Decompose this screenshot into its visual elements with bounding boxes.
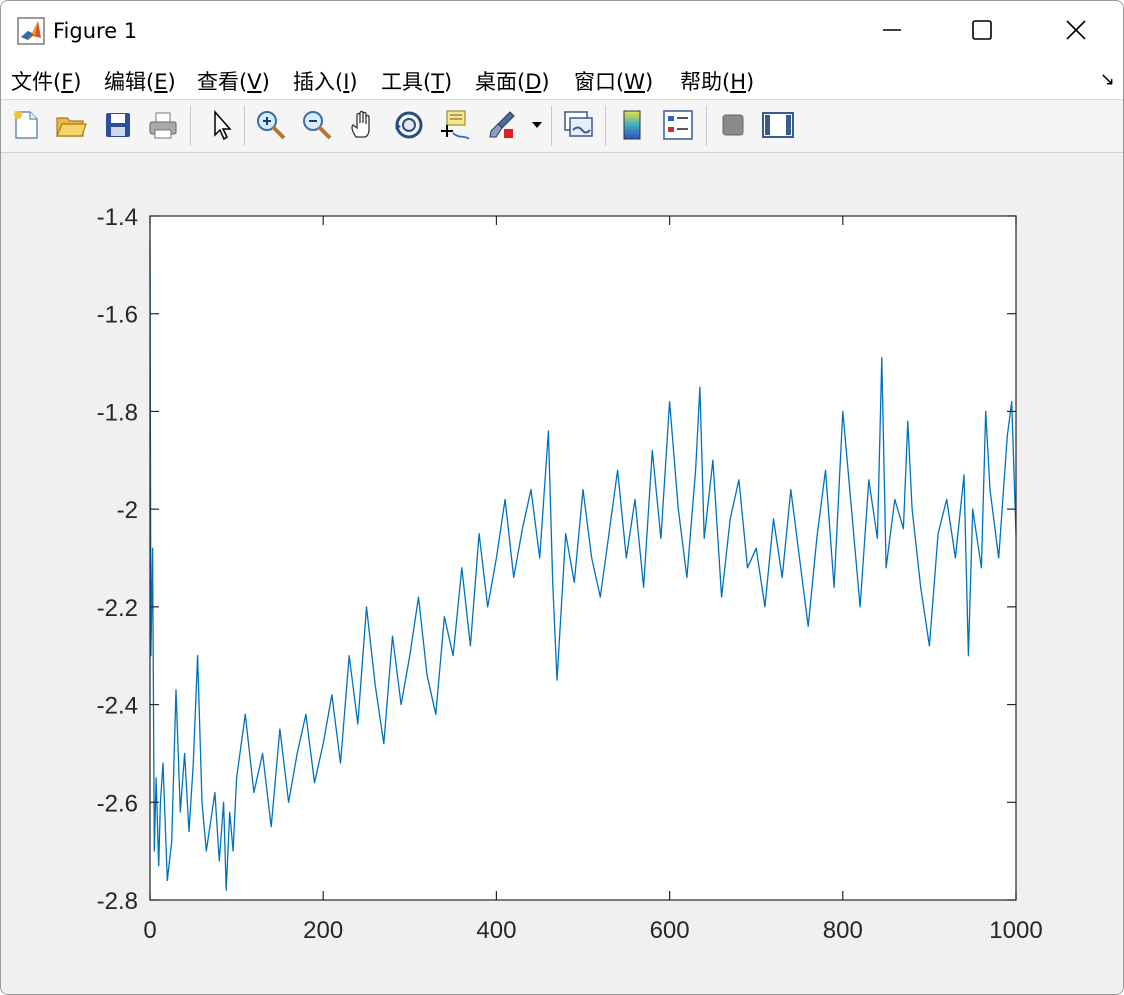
rotate-3d-button[interactable] (392, 107, 426, 143)
line-chart[interactable]: 0 200 400 600 800 1000 -2.8 -2.6 -2.4 -2.2 -2 -1.8 -… (1, 153, 1123, 994)
title-bar[interactable]: Figure 1 (1, 1, 1123, 61)
toolbar-separator (605, 106, 606, 146)
brush-dropdown-icon (532, 122, 542, 128)
zoom-out-button[interactable] (300, 107, 334, 143)
x-tick-label: 200 (303, 917, 343, 944)
toolbar-separator (190, 106, 191, 146)
minimize-button[interactable] (869, 9, 915, 51)
menu-edit[interactable]: 编辑(E) (104, 66, 176, 96)
data-cursor-button[interactable] (438, 107, 472, 143)
pan-button[interactable] (346, 107, 380, 143)
y-tick-label: -2.4 (97, 693, 138, 720)
new-figure-icon (14, 111, 38, 139)
menu-window[interactable]: 窗口(W) (574, 66, 653, 96)
zoom-in-button[interactable] (254, 107, 288, 143)
link-plot-button[interactable] (561, 107, 595, 143)
rotate-3d-icon (395, 111, 423, 139)
maximize-button[interactable] (959, 9, 1005, 51)
pan-hand-icon (351, 110, 370, 138)
save-button[interactable] (101, 107, 135, 143)
minimize-icon (883, 29, 901, 31)
menu-help[interactable]: 帮助(H) (680, 66, 754, 96)
print-button[interactable] (146, 107, 180, 143)
open-file-icon (56, 117, 87, 137)
show-plot-tools-button[interactable] (761, 107, 795, 143)
y-tick-label: -2 (117, 497, 138, 524)
zoom-out-icon (303, 111, 332, 140)
y-tick-label: -1.4 (97, 204, 138, 231)
maximize-icon (972, 20, 992, 40)
edit-plot-button[interactable] (204, 107, 238, 143)
colorbar-icon (623, 110, 641, 140)
menu-tools[interactable]: 工具(T) (381, 66, 452, 96)
y-tick-label: -2.8 (97, 888, 138, 915)
dock-arrow-icon[interactable]: ↘ (1100, 69, 1115, 90)
legend-button[interactable] (661, 107, 695, 143)
show-plot-tools-icon (762, 112, 794, 138)
close-button[interactable] (1053, 9, 1099, 51)
print-icon (149, 112, 177, 139)
x-tick-label: 0 (143, 917, 156, 944)
figure-toolbar (1, 100, 1123, 153)
y-tick-label: -2.2 (97, 595, 138, 622)
data-cursor-icon (441, 110, 470, 140)
menu-insert[interactable]: 插入(I) (293, 66, 358, 96)
x-tick-label: 1000 (989, 917, 1042, 944)
brush-icon (489, 111, 515, 138)
link-plot-icon (564, 111, 593, 137)
toolbar-separator (551, 106, 552, 146)
y-tick-label: -1.8 (97, 399, 138, 426)
menu-view[interactable]: 查看(V) (197, 66, 270, 96)
legend-icon (663, 110, 693, 140)
y-tick-label: -1.6 (97, 302, 138, 329)
figure-canvas[interactable]: 0 200 400 600 800 1000 -2.8 -2.6 -2.4 -2.2 -2 -1.8 -… (1, 153, 1123, 994)
zoom-in-icon (257, 111, 286, 140)
toolbar-separator (244, 106, 245, 146)
colorbar-button[interactable] (615, 107, 649, 143)
edit-plot-arrow-icon (214, 110, 232, 141)
y-tick-label: -2.6 (97, 790, 138, 817)
hide-plot-tools-icon (722, 114, 744, 136)
menu-file[interactable]: 文件(F) (11, 66, 82, 96)
matlab-logo-icon (17, 17, 45, 45)
new-figure-button[interactable] (9, 107, 43, 143)
menu-desktop[interactable]: 桌面(D) (475, 66, 550, 96)
hide-plot-tools-button[interactable] (716, 107, 750, 143)
x-tick-label: 400 (476, 917, 516, 944)
window-title: Figure 1 (53, 19, 138, 43)
figure-window: Figure 1 文件(F) 编辑(E) 查看(V) 插入(I) 工具(T) 桌… (0, 0, 1124, 995)
x-tick-label: 600 (650, 917, 690, 944)
brush-button[interactable] (485, 107, 519, 143)
menu-bar: 文件(F) 编辑(E) 查看(V) 插入(I) 工具(T) 桌面(D) 窗口(W… (1, 61, 1123, 100)
open-file-button[interactable] (54, 107, 88, 143)
close-icon (1066, 20, 1086, 40)
brush-dropdown-button[interactable] (529, 107, 545, 143)
x-tick-label: 800 (823, 917, 863, 944)
save-icon (106, 113, 130, 137)
toolbar-separator (706, 106, 707, 146)
